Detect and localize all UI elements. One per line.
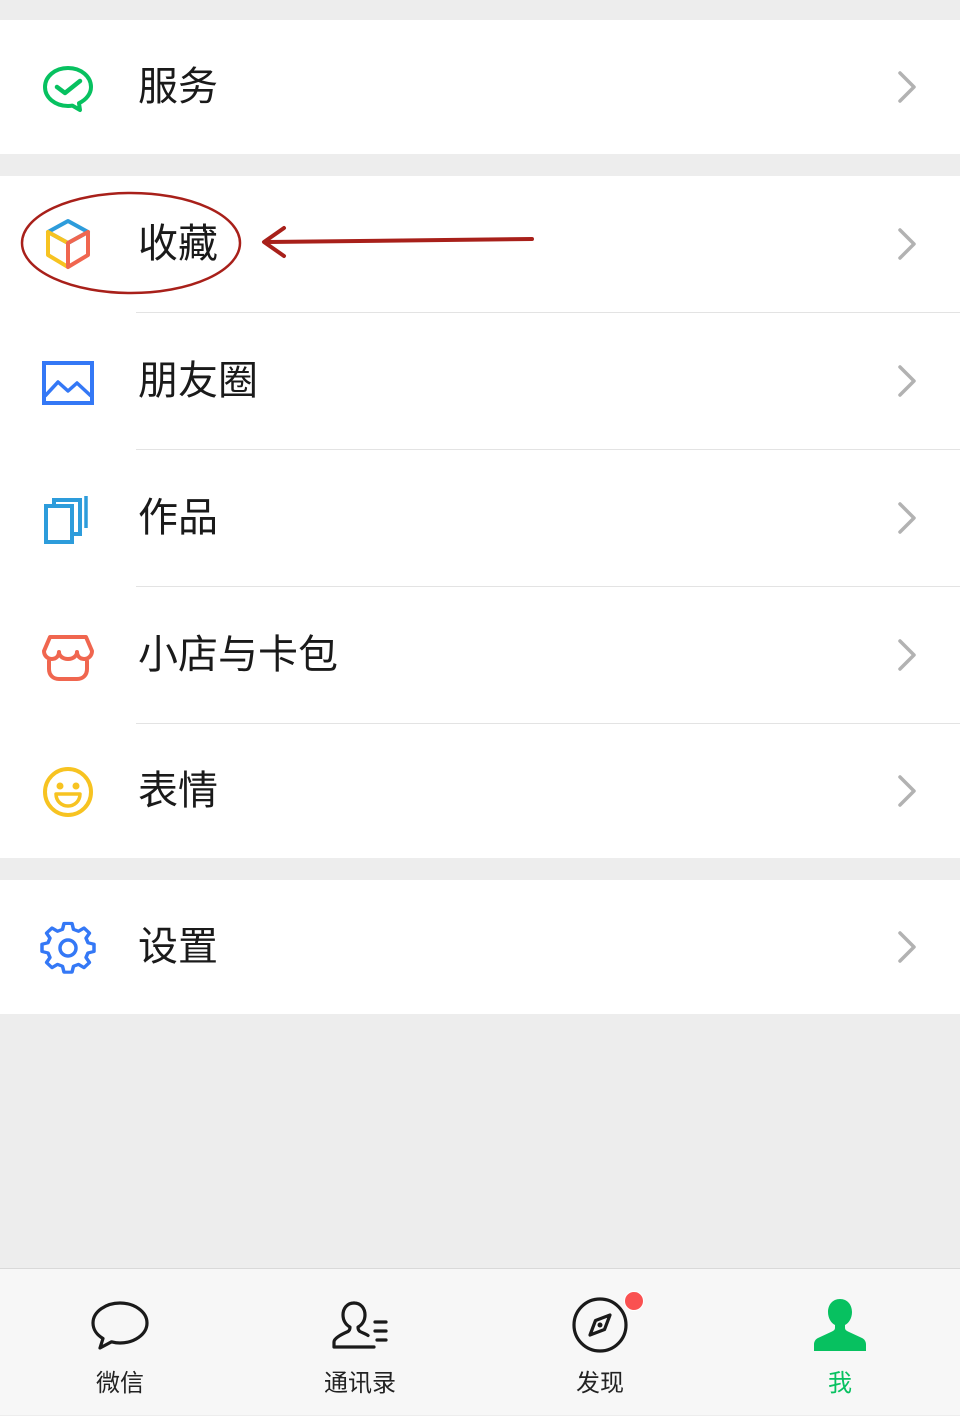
contacts-person-icon (330, 1295, 390, 1355)
shop-awning-icon (40, 629, 96, 685)
menu-item-settings-label: 设置 (138, 924, 218, 970)
menu-item-stickers[interactable]: 表情 (0, 724, 960, 858)
menu-item-moments[interactable]: 朋友圈 (0, 313, 960, 449)
compass-icon (570, 1295, 630, 1355)
tab-chats-label: 微信 (96, 1369, 144, 1397)
menu-item-works[interactable]: 作品 (0, 450, 960, 586)
chevron-right-icon (894, 773, 920, 809)
stacked-cards-icon (40, 492, 96, 548)
photo-landscape-icon (40, 355, 96, 411)
person-filled-icon (810, 1295, 870, 1355)
menu-item-settings[interactable]: 设置 (0, 880, 960, 1014)
gear-icon (40, 920, 96, 976)
menu-item-stickers-label: 表情 (138, 768, 218, 814)
chevron-right-icon (894, 500, 920, 536)
tab-discover[interactable]: 发现 (480, 1269, 720, 1416)
annotation-circle (20, 191, 242, 295)
menu-item-store-cards[interactable]: 小店与卡包 (0, 587, 960, 723)
annotation-overlay (20, 191, 534, 295)
chevron-right-icon (894, 929, 920, 965)
chat-bubble-icon (90, 1295, 150, 1355)
tab-contacts[interactable]: 通讯录 (240, 1269, 480, 1416)
tab-discover-label: 发现 (576, 1369, 624, 1397)
tab-contacts-label: 通讯录 (324, 1369, 396, 1397)
smiley-face-icon (40, 764, 96, 820)
tab-me[interactable]: 我 (720, 1269, 960, 1416)
tab-chats[interactable]: 微信 (0, 1269, 240, 1416)
tab-me-label: 我 (828, 1369, 852, 1397)
menu-item-moments-label: 朋友圈 (138, 358, 258, 404)
menu-group-settings: 设置 (0, 880, 960, 1014)
annotation-arrow-shaft (266, 237, 534, 244)
menu-item-store-cards-label: 小店与卡包 (138, 632, 338, 678)
notification-dot (624, 1291, 644, 1311)
chevron-right-icon (894, 363, 920, 399)
bottom-tab-bar: 微信 通讯录 发现 我 (0, 1268, 960, 1415)
menu-item-works-label: 作品 (138, 495, 218, 541)
chevron-right-icon (894, 637, 920, 673)
